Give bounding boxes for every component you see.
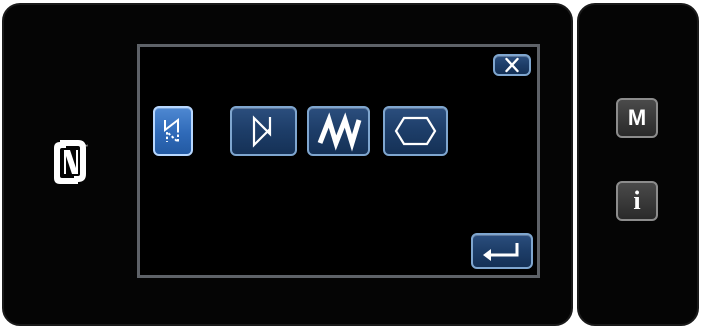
zigzag-dashed-pattern-icon — [164, 117, 179, 145]
pattern-button-w-zigzag[interactable] — [307, 106, 370, 156]
mode-button[interactable]: M — [616, 98, 658, 138]
hexagon-pattern-icon — [394, 116, 437, 146]
enter-button[interactable] — [471, 233, 533, 269]
info-button[interactable]: i — [616, 181, 658, 221]
bowtie-pattern-icon — [252, 115, 272, 148]
w-zigzag-pattern-icon — [317, 112, 362, 152]
pattern-button-bowtie[interactable] — [230, 106, 297, 156]
enter-return-arrow-icon — [483, 243, 519, 261]
pattern-button-hexagon[interactable] — [383, 106, 448, 156]
side-button-panel — [577, 3, 699, 326]
svg-text:™: ™ — [83, 144, 88, 150]
close-icon — [505, 57, 519, 73]
pattern-button-zigzag-dashed[interactable] — [153, 106, 193, 156]
close-button[interactable] — [493, 54, 531, 76]
nfc-icon: ™ — [50, 138, 90, 186]
